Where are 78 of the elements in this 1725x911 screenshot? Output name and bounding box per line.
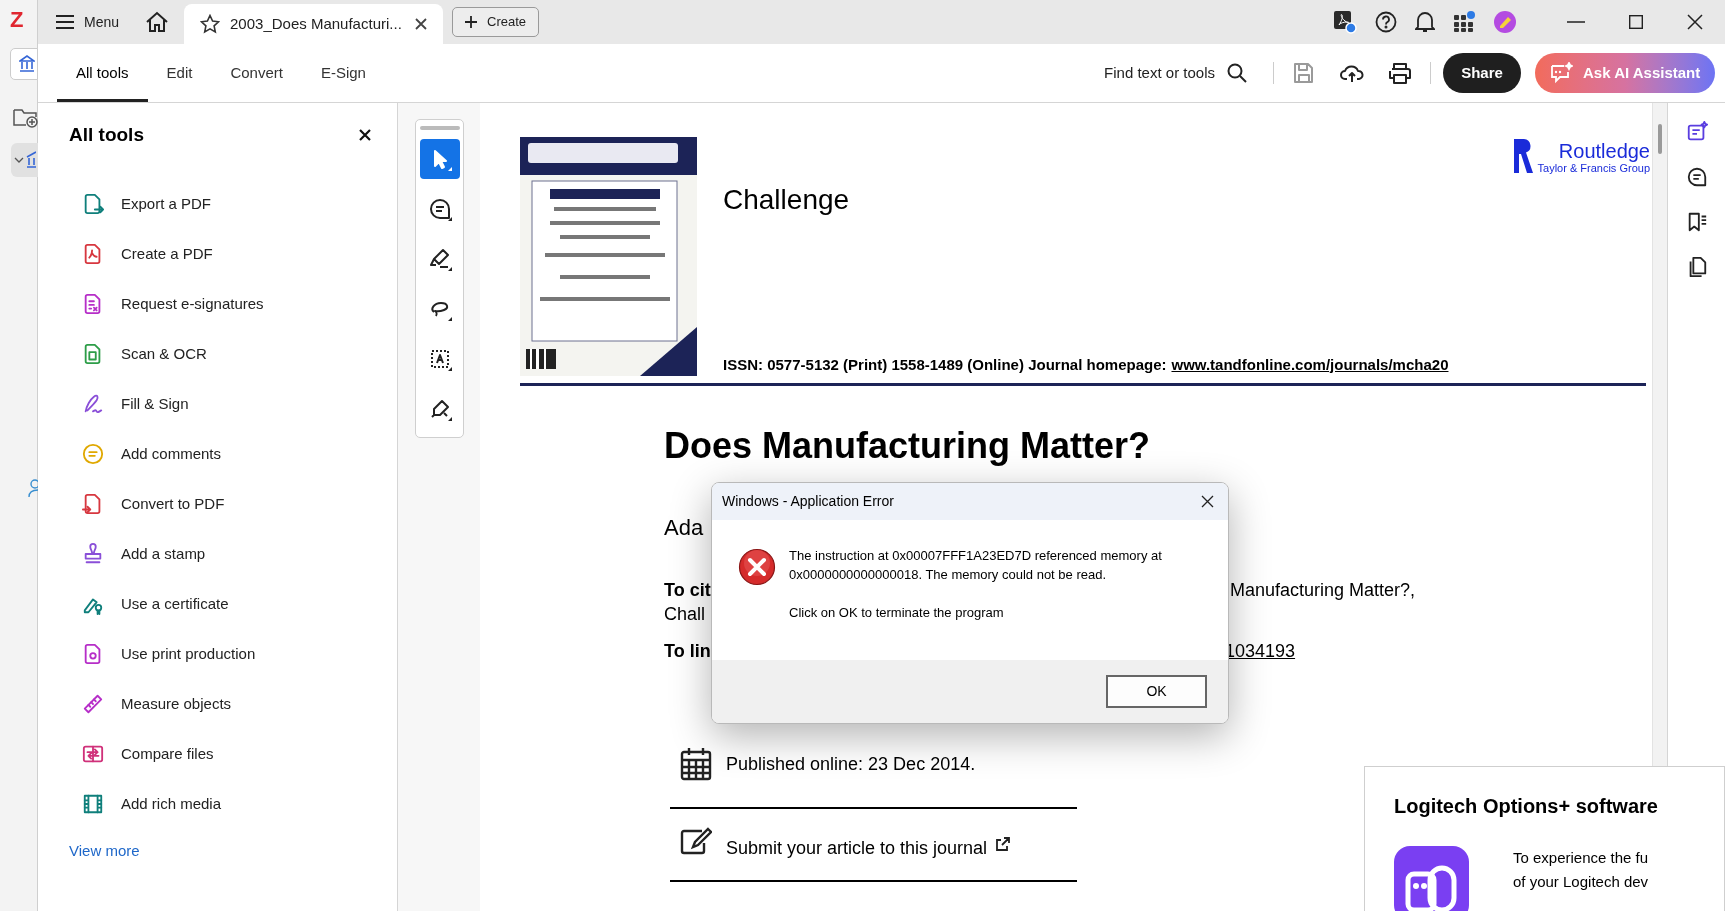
article-title: Does Manufacturing Matter? bbox=[664, 424, 1152, 468]
person-icon[interactable] bbox=[28, 478, 38, 498]
toolbar-tab[interactable]: Convert bbox=[211, 44, 302, 102]
home-icon[interactable] bbox=[145, 11, 170, 33]
external-link-icon[interactable] bbox=[995, 837, 1011, 852]
plus-icon bbox=[465, 16, 478, 28]
close-icon[interactable] bbox=[415, 18, 428, 30]
comment-icon[interactable] bbox=[1685, 166, 1708, 188]
scrollbar-thumb[interactable] bbox=[1658, 124, 1662, 154]
close-icon[interactable] bbox=[1687, 14, 1703, 30]
citation-text: Chall bbox=[664, 603, 706, 626]
citation-text: Manufacturing Matter?, bbox=[1230, 579, 1416, 602]
share-button[interactable]: Share bbox=[1443, 53, 1521, 93]
search-icon bbox=[1227, 63, 1247, 83]
tool-item[interactable]: Create a PDF bbox=[69, 229, 371, 279]
tool-item[interactable]: Add rich media bbox=[69, 779, 371, 829]
app-logo[interactable]: Z bbox=[10, 6, 24, 34]
star-icon[interactable] bbox=[200, 14, 221, 34]
selected-library-row[interactable] bbox=[11, 143, 38, 177]
ok-button[interactable]: OK bbox=[1106, 675, 1207, 708]
chevron-down-icon bbox=[14, 156, 24, 164]
publisher-name: Routledge bbox=[1558, 141, 1650, 161]
view-more-link[interactable]: View more bbox=[69, 840, 140, 863]
tool-item[interactable]: Add a stamp bbox=[69, 529, 371, 579]
tool-item[interactable]: Measure objects bbox=[69, 679, 371, 729]
menu-icon bbox=[56, 15, 74, 29]
printer-icon[interactable] bbox=[1388, 61, 1412, 85]
pdf-app-icon[interactable] bbox=[1333, 10, 1357, 34]
cite-label: To cit bbox=[664, 579, 712, 602]
notification-text: To experience the fu bbox=[1513, 848, 1649, 868]
tab-title: 2003_Does Manufacturi... bbox=[230, 13, 403, 34]
tool-item[interactable]: Use a certificate bbox=[69, 579, 371, 629]
tool-item[interactable]: Convert to PDF bbox=[69, 479, 371, 529]
close-icon[interactable] bbox=[359, 129, 371, 141]
issn-line: ISSN: 0577-5132 (Print) 1558-1489 (Online) Journal homepage: bbox=[723, 354, 1167, 375]
comment-icon bbox=[427, 197, 452, 221]
ai-chat-icon bbox=[1549, 62, 1573, 84]
bank-button[interactable] bbox=[10, 48, 38, 80]
folder-add-icon[interactable] bbox=[12, 106, 38, 128]
notes-sparkle-icon[interactable] bbox=[1685, 121, 1708, 143]
tool-item[interactable]: Fill & Sign bbox=[69, 379, 371, 429]
tool-item[interactable]: Compare files bbox=[69, 729, 371, 779]
document-tab[interactable]: 2003_Does Manufacturi... bbox=[184, 4, 444, 44]
submit-article-link[interactable]: Submit your article to this journal bbox=[726, 835, 988, 862]
calendar-icon bbox=[680, 747, 712, 781]
error-instruction: Click on OK to terminate the program bbox=[789, 604, 1005, 622]
journal-name: Challenge bbox=[723, 183, 850, 217]
bell-icon[interactable] bbox=[1415, 11, 1435, 33]
publisher-logo-icon bbox=[1511, 137, 1534, 175]
panel-title: All tools bbox=[69, 122, 144, 147]
tool-item[interactable]: Scan & OCR bbox=[69, 329, 371, 379]
drag-handle[interactable] bbox=[419, 126, 460, 130]
error-message: The instruction at 0x00007FFF1A23ED7D referenced memory at 0x0000000000000018. The memory could not be read. bbox=[789, 547, 1163, 584]
notification-text: of your Logitech dev bbox=[1513, 872, 1649, 892]
highlighter-icon bbox=[427, 247, 452, 271]
publisher-group: Taylor & Francis Group bbox=[1537, 161, 1650, 175]
toolbar-tab[interactable]: E-Sign bbox=[301, 44, 385, 102]
edit-icon bbox=[680, 826, 712, 857]
maximize-icon[interactable] bbox=[1629, 15, 1643, 29]
author-name: Ada bbox=[664, 514, 705, 542]
tool-item[interactable]: Export a PDF bbox=[69, 179, 371, 229]
tool-item[interactable]: Request e-signatures bbox=[69, 279, 371, 329]
avatar-icon[interactable] bbox=[1493, 10, 1517, 34]
published-date: Published online: 23 Dec 2014. bbox=[726, 752, 976, 776]
error-icon bbox=[738, 548, 776, 586]
help-icon[interactable] bbox=[1375, 11, 1397, 33]
journal-homepage-link[interactable]: www.tandfonline.com/journals/mcha20 bbox=[1171, 353, 1449, 376]
close-icon[interactable] bbox=[1201, 495, 1214, 508]
create-button[interactable]: Create bbox=[452, 7, 540, 37]
tool-item[interactable]: Use print production bbox=[69, 629, 371, 679]
tool-item[interactable]: Add comments bbox=[69, 429, 371, 479]
menu-button[interactable]: Menu bbox=[38, 0, 134, 44]
find-tools-button[interactable]: Find text or tools bbox=[1100, 61, 1251, 85]
apps-grid-icon[interactable] bbox=[1453, 11, 1475, 33]
link-label: To lin bbox=[664, 640, 712, 663]
dialog-title: Windows - Application Error bbox=[722, 492, 894, 511]
toolbar-tab[interactable]: Edit bbox=[147, 44, 212, 102]
notification-title: Logitech Options+ software bbox=[1394, 794, 1659, 819]
